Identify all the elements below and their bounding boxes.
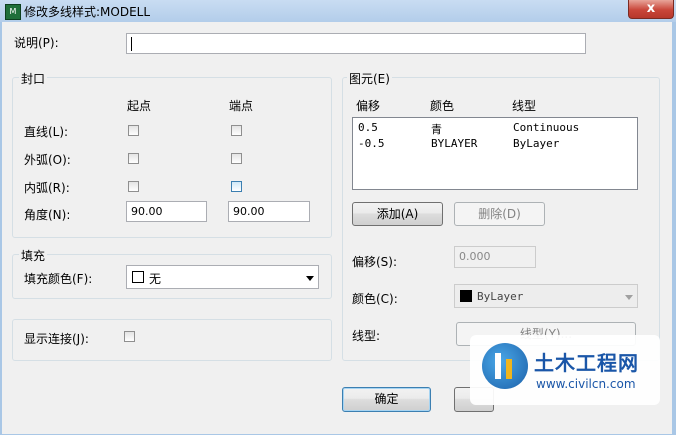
delete-element-button[interactable]: 删除(D) (454, 202, 545, 226)
watermark-title: 土木工程网 (534, 351, 639, 375)
caps-outer-arc-label: 外弧(O): (24, 153, 71, 167)
window-title: 修改多线样式:MODELL (24, 5, 151, 19)
title-bar[interactable]: M 修改多线样式:MODELL x (0, 0, 676, 22)
caps-col-end: 端点 (229, 99, 254, 113)
elements-col-linetype: 线型 (512, 99, 537, 113)
chevron-down-icon (306, 276, 314, 281)
element-color-swatch (460, 290, 472, 302)
element-color-value: ByLayer (477, 290, 524, 303)
row-color: 青 (431, 123, 442, 136)
caps-inner-arc-end-checkbox[interactable] (231, 181, 242, 192)
caps-line-end-checkbox[interactable] (231, 125, 242, 136)
close-button[interactable]: x (628, 0, 674, 19)
elements-list[interactable]: 0.5 青 Continuous -0.5 BYLAYER ByLayer (352, 117, 638, 190)
element-color-label: 颜色(C): (352, 292, 398, 306)
elements-col-color: 颜色 (430, 99, 455, 113)
caps-angle-start-input[interactable]: 90.00 (126, 201, 207, 222)
table-row[interactable]: -0.5 BYLAYER ByLayer (353, 136, 637, 152)
caps-outer-arc-end-checkbox[interactable] (231, 153, 242, 164)
row-color: BYLAYER (431, 137, 478, 150)
element-offset-input[interactable]: 0.000 (454, 246, 536, 268)
row-offset: 0.5 (358, 121, 378, 134)
elements-group-title: 图元(E) (347, 70, 392, 87)
app-icon: M (5, 4, 21, 20)
caps-outer-arc-start-checkbox[interactable] (128, 153, 139, 164)
row-linetype: Continuous (513, 121, 580, 134)
caps-group-title: 封口 (19, 70, 48, 87)
caps-angle-end-input[interactable]: 90.00 (228, 201, 310, 222)
chevron-down-icon (625, 295, 633, 300)
elements-col-offset: 偏移 (356, 99, 381, 113)
fill-color-swatch (132, 271, 144, 283)
add-element-button[interactable]: 添加(A) (352, 202, 443, 226)
caps-line-label: 直线(L): (24, 125, 69, 139)
fill-color-value: 无 (149, 272, 162, 286)
caps-angle-label: 角度(N): (24, 208, 71, 222)
fill-color-label: 填充颜色(F): (24, 272, 93, 286)
caps-line-start-checkbox[interactable] (128, 125, 139, 136)
caps-inner-arc-start-checkbox[interactable] (128, 181, 139, 192)
description-input[interactable] (126, 33, 586, 54)
show-joints-checkbox[interactable] (124, 331, 135, 342)
ok-button[interactable]: 确定 (342, 387, 431, 412)
row-linetype: ByLayer (513, 137, 560, 150)
watermark-logo-icon (482, 343, 528, 389)
fill-group-title: 填充 (19, 247, 48, 264)
watermark-url: www.civilcn.com (536, 377, 636, 391)
element-offset-label: 偏移(S): (352, 255, 398, 269)
row-offset: -0.5 (358, 137, 385, 150)
text-caret (131, 37, 132, 51)
element-color-select[interactable]: ByLayer (454, 284, 638, 308)
fill-color-select[interactable]: 无 (126, 265, 319, 289)
caps-col-start: 起点 (127, 99, 152, 113)
caps-inner-arc-label: 内弧(R): (24, 181, 70, 195)
description-label: 说明(P): (14, 36, 59, 50)
watermark: 土木工程网 www.civilcn.com (470, 335, 660, 405)
element-linetype-label: 线型: (352, 329, 381, 343)
table-row[interactable]: 0.5 青 Continuous (353, 120, 637, 136)
show-joints-label: 显示连接(J): (24, 332, 89, 346)
